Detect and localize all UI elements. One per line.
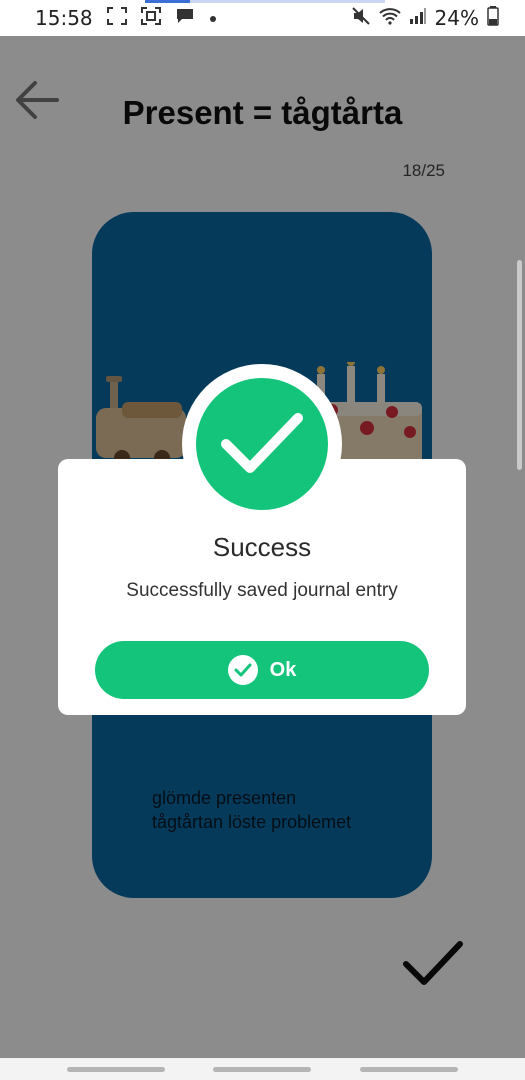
system-nav-bar xyxy=(0,1058,525,1080)
status-time: 15:58 xyxy=(35,6,93,30)
notification-dot-icon xyxy=(209,9,217,27)
message-icon xyxy=(175,7,195,29)
ok-button[interactable]: Ok xyxy=(95,641,429,699)
scroll-handle[interactable] xyxy=(517,260,522,470)
signal-icon xyxy=(409,7,427,29)
battery-icon xyxy=(487,6,499,30)
status-bar: 15:58 24% xyxy=(0,0,525,36)
check-circle-icon xyxy=(220,410,304,478)
nav-home-button[interactable] xyxy=(213,1067,311,1072)
ok-button-label: Ok xyxy=(269,658,297,681)
dialog-title: Success xyxy=(212,532,312,562)
screen-expand-icon xyxy=(106,7,127,29)
mute-icon xyxy=(351,6,371,30)
nav-back-button[interactable] xyxy=(360,1067,458,1072)
success-badge xyxy=(196,378,328,510)
dialog-message: Successfully saved journal entry xyxy=(126,580,398,601)
wifi-icon xyxy=(378,7,401,29)
check-circle-icon xyxy=(227,655,258,685)
nav-recents-button[interactable] xyxy=(67,1067,165,1072)
activity-indicator xyxy=(145,0,385,3)
screenshot-icon xyxy=(140,7,161,29)
battery-percent: 24% xyxy=(434,6,479,30)
